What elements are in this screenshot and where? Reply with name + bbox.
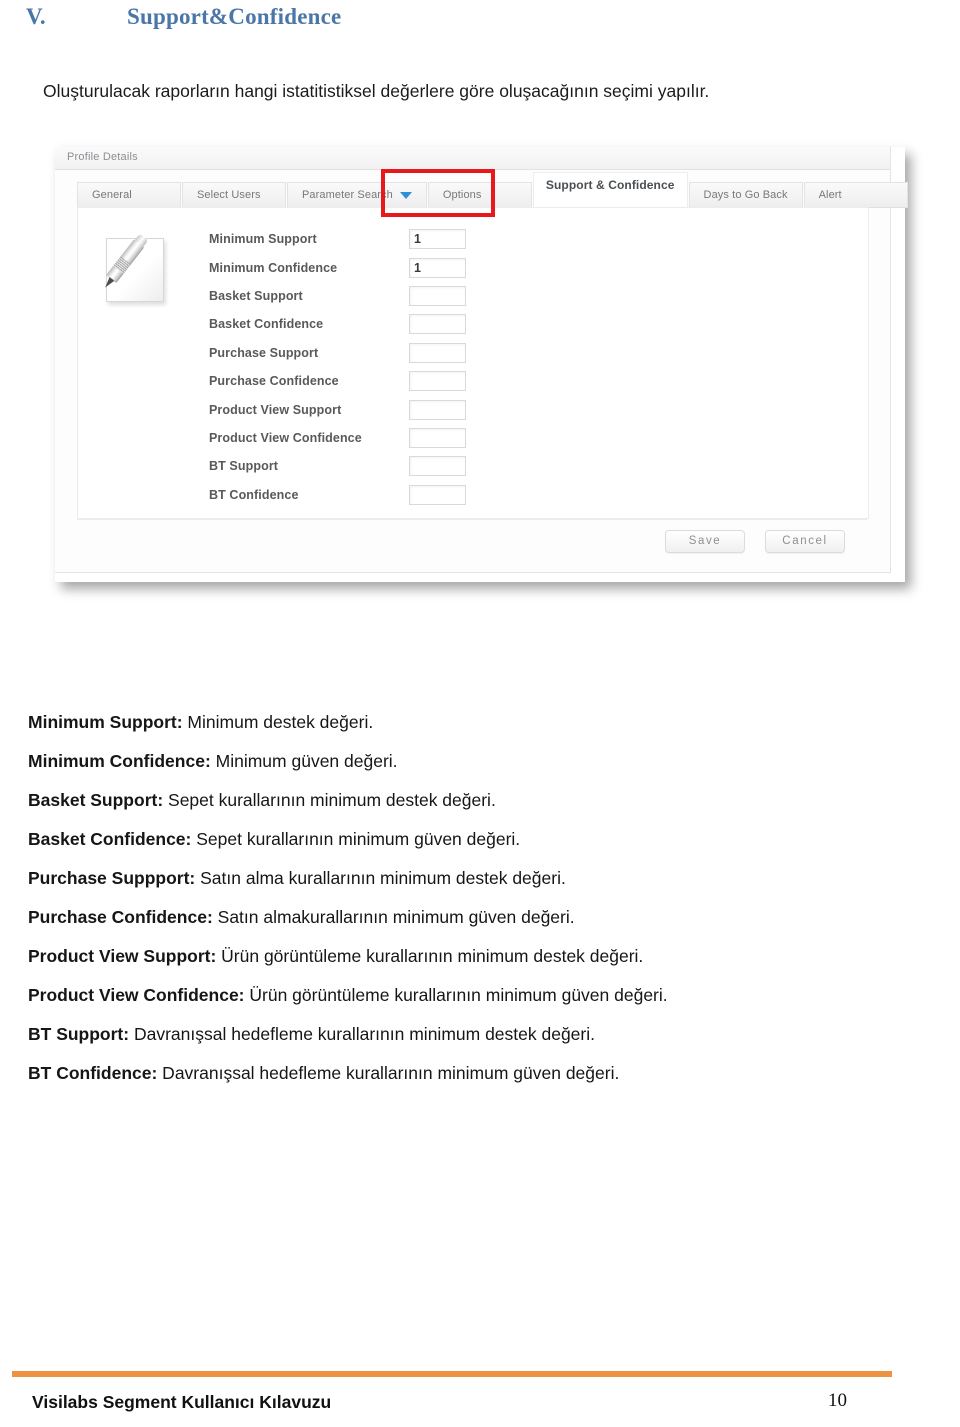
tab-days-to-go-back[interactable]: Days to Go Back xyxy=(688,182,803,208)
field-row: Basket Confidence xyxy=(209,310,829,338)
basket-confidence-input[interactable] xyxy=(409,314,466,335)
definition-desc: Sepet kurallarının minimum güven değeri. xyxy=(191,829,521,849)
tab-general[interactable]: General xyxy=(77,182,181,208)
page-number: 10 xyxy=(828,1390,847,1411)
app-window: Profile Details General Select Users Par… xyxy=(55,147,908,573)
product-view-support-input[interactable] xyxy=(409,399,466,420)
cancel-button[interactable]: Cancel xyxy=(765,530,845,553)
field-row: Minimum Support 1 xyxy=(209,225,829,253)
definition-term: Basket Confidence: xyxy=(28,829,192,849)
field-label: BT Support xyxy=(209,459,279,474)
field-label: Purchase Confidence xyxy=(209,374,339,389)
purchase-confidence-input[interactable] xyxy=(409,371,466,392)
tab-label: General xyxy=(92,189,132,201)
definition-term: Product View Support: xyxy=(28,946,217,966)
tab-label: Select Users xyxy=(197,189,261,201)
definition-item: Product View Confidence: Ürün görüntülem… xyxy=(28,985,928,1005)
field-label: Product View Confidence xyxy=(209,430,362,445)
definition-desc: Satın alma kurallarının minimum destek d… xyxy=(195,868,566,888)
document-with-pen-icon xyxy=(102,230,172,304)
footer-title: Visilabs Segment Kullanıcı Kılavuzu xyxy=(32,1392,332,1412)
definition-item: BT Confidence: Davranışsal hedefleme kur… xyxy=(28,1063,928,1083)
window-titlebar xyxy=(55,147,890,170)
definition-desc: Ürün görüntüleme kurallarının minimum gü… xyxy=(244,985,668,1005)
field-label: Product View Support xyxy=(209,402,342,417)
definition-term: Minimum Confidence: xyxy=(28,751,211,771)
section-title: Support&Confidence xyxy=(127,4,342,29)
pen-tip-shape xyxy=(102,276,114,290)
field-list: Minimum Support 1 Minimum Confidence 1 B… xyxy=(209,225,829,509)
intro-paragraph: Oluşturulacak raporların hangi istatitis… xyxy=(43,81,710,101)
definition-desc: Davranışsal hedefleme kurallarının minim… xyxy=(129,1024,595,1044)
section-numeral: V. xyxy=(26,4,46,29)
bt-support-input[interactable] xyxy=(409,456,466,477)
tab-select-users[interactable]: Select Users xyxy=(182,182,286,208)
definition-list: Minimum Support: Minimum destek değeri. … xyxy=(28,712,928,1104)
definition-desc: Satın almakurallarının minimum güven değ… xyxy=(212,907,575,927)
tab-label: Days to Go Back xyxy=(703,189,788,201)
definition-term: Basket Support: xyxy=(28,790,164,810)
bt-confidence-input[interactable] xyxy=(409,484,466,505)
definition-term: Product View Confidence: xyxy=(28,985,245,1005)
field-row: BT Confidence xyxy=(209,481,829,509)
tab-label: Parameter Search xyxy=(302,189,393,201)
field-row: BT Support xyxy=(209,452,829,480)
tab-label: Alert xyxy=(818,189,842,201)
definition-item: Minimum Confidence: Minimum güven değeri… xyxy=(28,751,928,771)
definition-item: BT Support: Davranışsal hedefleme kurall… xyxy=(28,1024,928,1044)
basket-support-input[interactable] xyxy=(409,285,466,306)
save-button[interactable]: Save xyxy=(665,530,745,553)
product-view-confidence-input[interactable] xyxy=(409,427,466,448)
definition-term: BT Support: xyxy=(28,1024,130,1044)
field-label: Basket Confidence xyxy=(209,317,324,332)
footer-divider xyxy=(12,1371,892,1377)
field-label: Minimum Confidence xyxy=(209,260,338,275)
field-row: Purchase Support xyxy=(209,339,829,367)
tab-label: Support & Confidence xyxy=(545,178,675,192)
minimum-confidence-input[interactable]: 1 xyxy=(409,257,466,278)
field-row: Minimum Confidence 1 xyxy=(209,253,829,281)
tab-alert[interactable]: Alert xyxy=(803,182,908,208)
tab-support-and-confidence[interactable]: Support & Confidence xyxy=(532,172,688,212)
definition-item: Minimum Support: Minimum destek değeri. xyxy=(28,712,928,732)
pane-footer: Save Cancel xyxy=(77,519,867,564)
definition-desc: Davranışsal hedefleme kurallarının minim… xyxy=(157,1063,620,1083)
field-row: Product View Support xyxy=(209,395,829,423)
field-label: Minimum Support xyxy=(209,232,317,247)
purchase-support-input[interactable] xyxy=(409,342,466,363)
definition-term: Purchase Confidence: xyxy=(28,907,213,927)
definition-desc: Minimum destek değeri. xyxy=(182,712,374,732)
settings-pane: Minimum Support 1 Minimum Confidence 1 B… xyxy=(77,207,869,519)
definition-desc: Sepet kurallarının minimum destek değeri… xyxy=(163,790,496,810)
red-highlight-box xyxy=(381,169,495,217)
field-row: Purchase Confidence xyxy=(209,367,829,395)
definition-item: Purchase Suppport: Satın alma kuralların… xyxy=(28,868,928,888)
window-title: Profile Details xyxy=(67,151,138,163)
field-row: Basket Support xyxy=(209,282,829,310)
field-label: BT Confidence xyxy=(209,487,299,502)
definition-term: BT Confidence: xyxy=(28,1063,158,1083)
definition-term: Purchase Suppport: xyxy=(28,868,196,888)
definition-item: Product View Support: Ürün görüntüleme k… xyxy=(28,946,928,966)
application-screenshot: Profile Details General Select Users Par… xyxy=(55,147,908,582)
definition-term: Minimum Support: xyxy=(28,712,183,732)
definition-desc: Minimum güven değeri. xyxy=(210,751,398,771)
page-title: V. Support&Confidence xyxy=(26,4,886,30)
definition-desc: Ürün görüntüleme kurallarının minimum de… xyxy=(216,946,644,966)
field-row: Product View Confidence xyxy=(209,424,829,452)
definition-item: Basket Support: Sepet kurallarının minim… xyxy=(28,790,928,810)
definition-item: Basket Confidence: Sepet kurallarının mi… xyxy=(28,829,928,849)
definition-item: Purchase Confidence: Satın almakuralları… xyxy=(28,907,928,927)
field-label: Basket Support xyxy=(209,288,303,303)
minimum-support-input[interactable]: 1 xyxy=(409,229,466,250)
field-label: Purchase Support xyxy=(209,345,319,360)
